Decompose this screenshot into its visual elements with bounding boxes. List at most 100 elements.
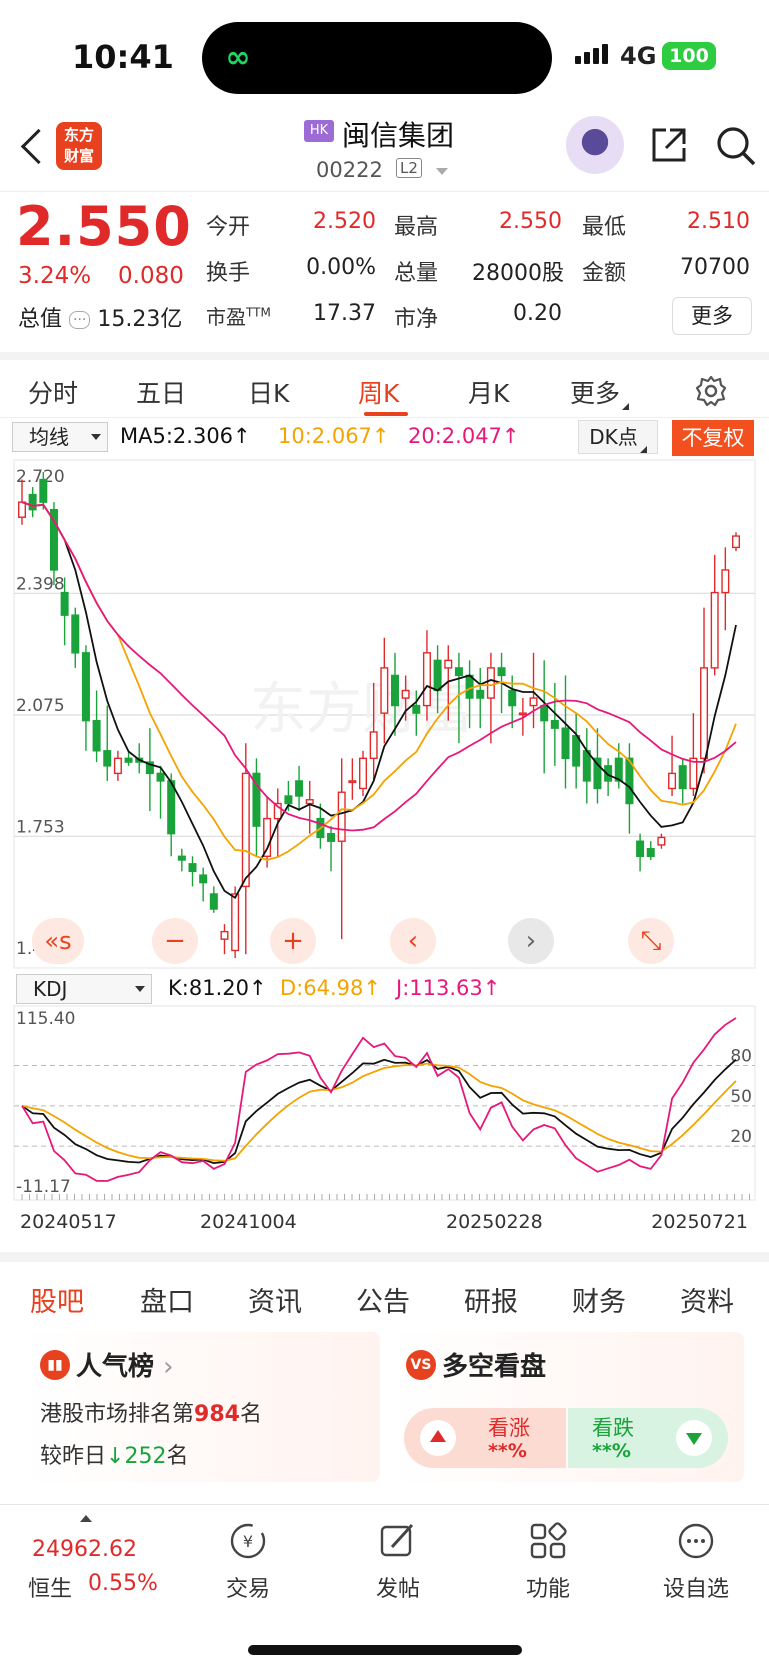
candle-body — [657, 836, 666, 846]
vote-fall-button[interactable]: 看跌 **% — [568, 1408, 728, 1468]
bottom-bar: 24962.62 恒生 0.55% ¥ 交易 发帖 功能 设自选 — [0, 1504, 769, 1665]
rank-value: 984 — [194, 1402, 240, 1427]
candle-body — [731, 535, 741, 549]
candle-body — [636, 840, 645, 857]
trade-icon: ¥ — [230, 1523, 266, 1559]
candle-body — [241, 772, 250, 888]
candle-body — [295, 780, 304, 797]
functions-button[interactable]: 功能 — [488, 1521, 608, 1603]
candle-body — [156, 772, 165, 782]
tab-research[interactable]: 研报 — [464, 1280, 518, 1319]
price-chart[interactable]: 2.7202.3982.0751.7531.430东方财富805020115.4… — [0, 0, 769, 1240]
y-tick-label: 1.753 — [16, 817, 65, 837]
rank-change-line: 较昨日↓252名 — [40, 1438, 188, 1470]
candle-body — [92, 719, 101, 752]
candle-body — [646, 848, 655, 857]
candle-body — [561, 727, 570, 760]
candle-body — [465, 674, 474, 699]
kdj-legend: KDJ K:81.20↑ D:64.98↑ J:113.63↑ — [0, 972, 769, 1006]
tab-financials[interactable]: 财务 — [572, 1280, 626, 1319]
kdj-j-value: J:113.63↑ — [396, 976, 501, 1000]
candle-body — [518, 712, 527, 716]
info-cards: ▮▮ 人气榜 › 港股市场排名第984名 较昨日↓252名 VS 多空看盘 看涨… — [0, 1322, 769, 1504]
candle-body — [124, 757, 133, 763]
candle-body — [231, 893, 240, 952]
kdj-select-label: KDJ — [33, 977, 68, 1001]
scroll-left-button[interactable]: «s — [32, 918, 84, 964]
candle-body — [103, 750, 112, 767]
zoom-out-button[interactable]: − — [152, 918, 198, 964]
rank-change-value: 252 — [124, 1444, 167, 1469]
kdj-j-line — [21, 1017, 737, 1182]
tab-news[interactable]: 资讯 — [248, 1280, 302, 1319]
y-tick-label: 2.075 — [16, 696, 65, 716]
candle-body — [167, 780, 176, 835]
kdj-reference-label: 20 — [730, 1127, 752, 1147]
arrow-down-icon: ↓ — [106, 1444, 125, 1469]
content-tabs: 股吧 盘口 资讯 公告 研报 财务 资料 — [0, 1252, 769, 1330]
candle-body — [486, 667, 495, 699]
tab-forum[interactable]: 股吧 — [30, 1280, 84, 1319]
svg-text:¥: ¥ — [243, 1532, 253, 1551]
rank-line: 港股市场排名第984名 — [40, 1396, 262, 1428]
rank-change-suffix: 名 — [166, 1444, 189, 1469]
candle-body — [497, 667, 506, 677]
candle-body — [348, 780, 357, 784]
candle-body — [476, 689, 485, 699]
candle-body — [209, 893, 218, 910]
candle-body — [327, 832, 336, 842]
vote-rise-button[interactable]: 看涨 **% — [404, 1408, 566, 1468]
candle-body — [305, 799, 314, 805]
candle-body — [337, 791, 346, 842]
candle-body — [444, 659, 453, 669]
candle-body — [412, 704, 421, 714]
candle-body — [39, 478, 48, 503]
chevron-up-icon — [80, 1515, 92, 1522]
kdj-select[interactable]: KDJ — [16, 974, 152, 1004]
x-axis-date-label: 20241004 — [200, 1211, 297, 1233]
sentiment-card[interactable]: VS 多空看盘 看涨 **% 看跌 **% — [390, 1332, 744, 1482]
zoom-in-button[interactable]: + — [270, 918, 316, 964]
candle-body — [71, 614, 80, 654]
move-right-button[interactable]: › — [508, 918, 554, 964]
candle-body — [540, 704, 549, 722]
candle-body — [700, 667, 709, 760]
trade-button[interactable]: ¥ 交易 — [188, 1521, 308, 1603]
candle-body — [359, 757, 368, 790]
fall-value: **% — [592, 1440, 631, 1462]
rank-change-prefix: 较昨日 — [40, 1444, 107, 1469]
tab-announcements[interactable]: 公告 — [356, 1280, 410, 1319]
tab-profile[interactable]: 资料 — [680, 1280, 734, 1319]
candle-body — [81, 652, 90, 722]
popularity-card[interactable]: ▮▮ 人气榜 › 港股市场排名第984名 较昨日↓252名 — [24, 1332, 380, 1482]
candle-body — [710, 591, 719, 669]
candle-body — [454, 667, 463, 677]
arrow-down-icon — [676, 1420, 712, 1456]
move-left-button[interactable]: ‹ — [390, 918, 436, 964]
candle-body — [422, 652, 431, 707]
kdj-reference-label: 50 — [730, 1087, 752, 1107]
candle-body — [284, 795, 293, 805]
candle-body — [668, 772, 677, 790]
candle-body — [220, 930, 229, 940]
post-button[interactable]: 发帖 — [338, 1521, 458, 1603]
fullscreen-button[interactable]: ⤡ — [628, 918, 674, 964]
kdj-reference-label: 80 — [730, 1047, 752, 1067]
kdj-k-value: K:81.20↑ — [168, 976, 267, 1000]
candle-body — [28, 493, 37, 511]
tab-orderbook[interactable]: 盘口 — [140, 1280, 194, 1319]
x-axis-date-label: 20250228 — [446, 1211, 543, 1233]
chevron-right-icon: › — [163, 1352, 174, 1382]
sentiment-title: 多空看盘 — [442, 1352, 547, 1382]
add-watchlist-button[interactable]: 设自选 — [636, 1521, 756, 1603]
home-indicator — [248, 1645, 522, 1655]
candle-body — [678, 765, 687, 790]
candle-body — [17, 501, 27, 518]
index-change: 0.55% — [88, 1571, 158, 1596]
edit-icon — [380, 1523, 414, 1557]
rise-label: 看涨 — [488, 1416, 530, 1440]
candle-body — [369, 731, 378, 760]
x-axis-date-label: 20240517 — [20, 1211, 117, 1233]
candle-body — [529, 697, 538, 707]
candle-body — [113, 757, 122, 775]
